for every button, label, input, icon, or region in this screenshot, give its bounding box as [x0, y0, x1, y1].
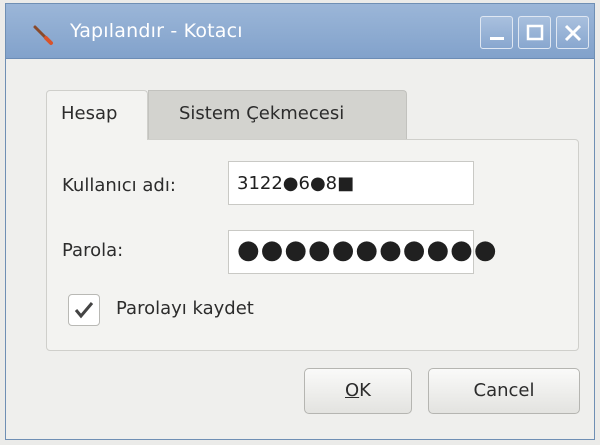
password-label: Parola: — [62, 240, 124, 261]
paintbrush-icon — [32, 24, 53, 45]
ok-button[interactable]: OK — [304, 368, 412, 414]
maximize-icon — [526, 24, 544, 41]
title-bar[interactable]: Yapılandır - Kotacı — [6, 4, 594, 59]
checkmark-icon — [74, 302, 94, 319]
ok-mnemonic: O — [345, 380, 360, 401]
username-label: Kullanıcı adı: — [62, 175, 176, 196]
password-field[interactable]: ●●●●●●●●●●● — [228, 230, 497, 274]
window-title: Yapılandır - Kotacı — [70, 20, 243, 42]
tab-account[interactable]: Hesap — [46, 90, 148, 140]
cancel-button[interactable]: Cancel — [428, 368, 580, 414]
close-icon — [564, 24, 582, 42]
tab-system-tray[interactable]: Sistem Çekmecesi — [148, 90, 407, 140]
maximize-button[interactable] — [518, 16, 551, 49]
settings-dialog: Yapılandır - Kotacı Hesap Sistem Çekmece… — [5, 3, 595, 440]
remember-password-checkbox[interactable] — [68, 294, 100, 326]
remember-password-label[interactable]: Parolayı kaydet — [116, 298, 254, 319]
close-button[interactable] — [556, 16, 589, 49]
minimize-icon — [490, 37, 504, 40]
username-field[interactable]: 3122●6●8■ — [228, 161, 474, 205]
ok-label: K — [359, 380, 371, 401]
minimize-button[interactable] — [480, 16, 513, 49]
